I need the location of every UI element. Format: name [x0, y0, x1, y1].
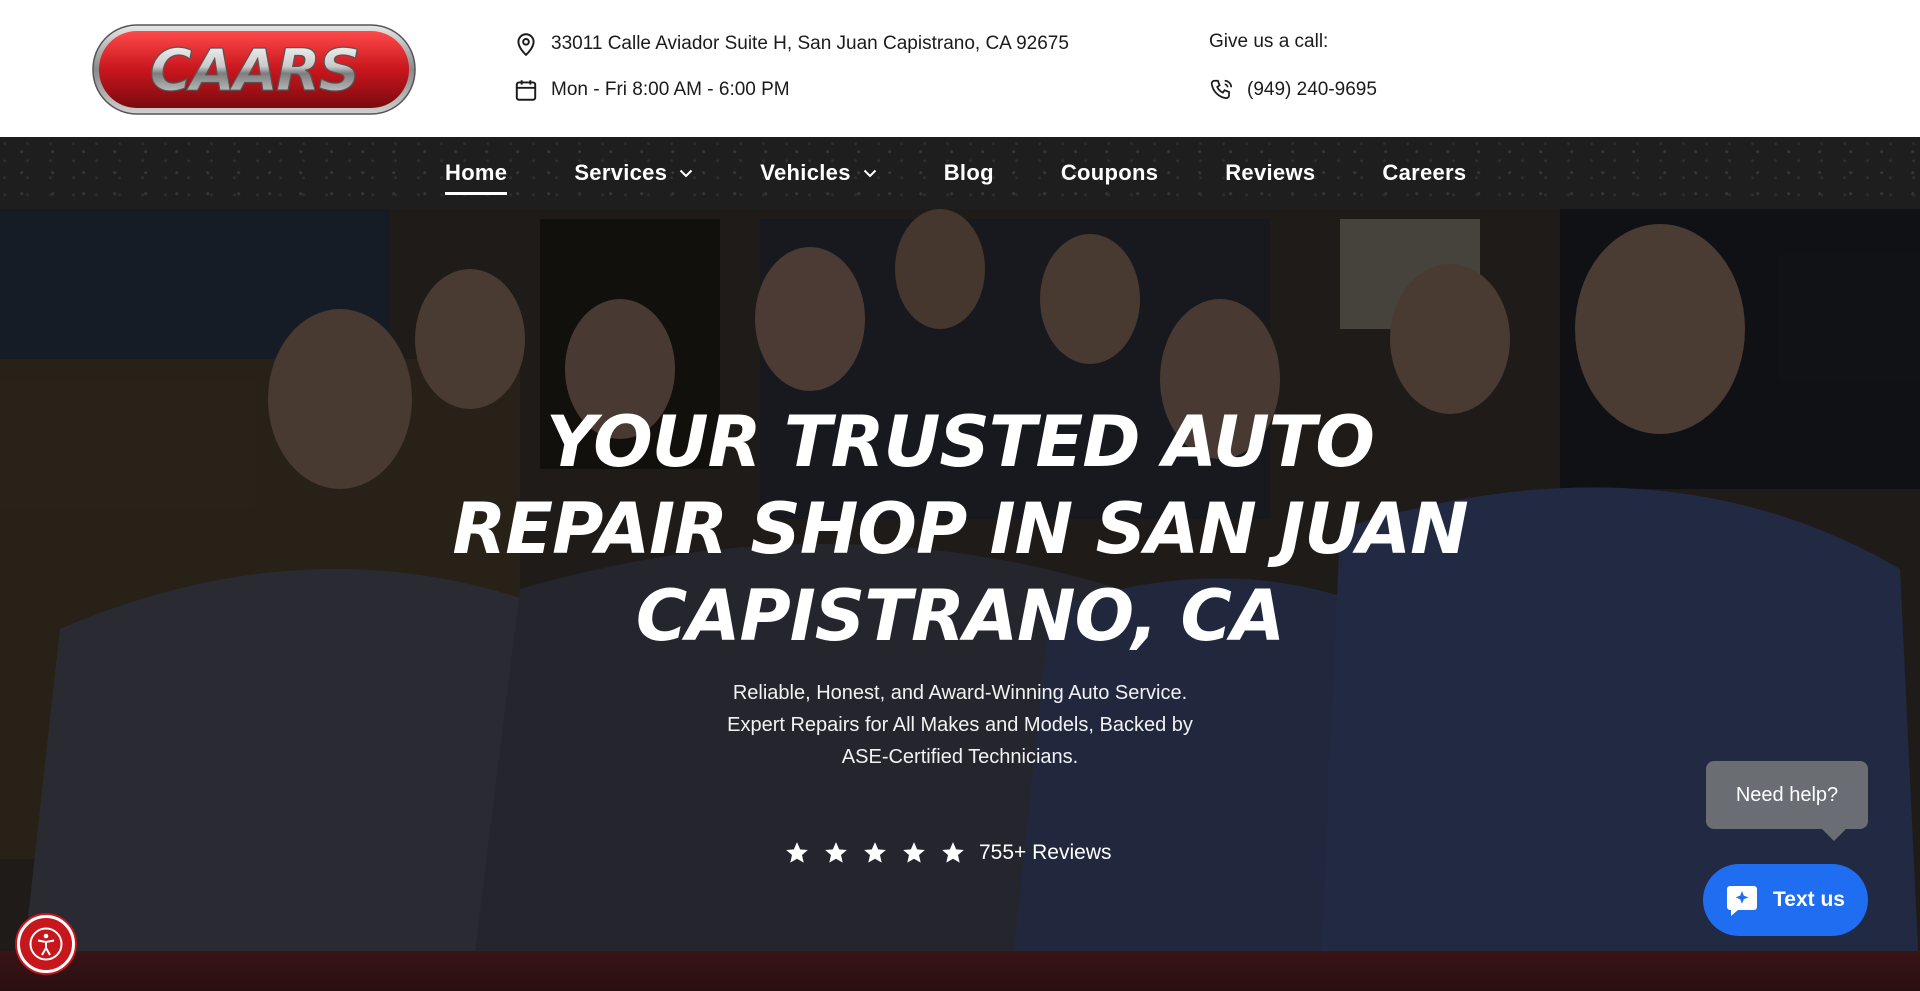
- nav-reviews-label: Reviews: [1225, 160, 1316, 185]
- hours-line: Mon - Fri 8:00 AM - 6:00 PM: [513, 77, 790, 103]
- nav-careers-label: Careers: [1382, 160, 1467, 185]
- logo-text: CAARS: [150, 36, 359, 104]
- hero-subtitle-line-2: Expert Repairs for All Makes and Models,…: [727, 714, 1193, 736]
- nav-home-label: Home: [445, 160, 508, 185]
- nav-services[interactable]: Services: [574, 160, 693, 186]
- star-icon: [825, 842, 847, 863]
- accessibility-button[interactable]: [17, 915, 75, 973]
- hero-title: YOUR TRUSTED AUTO REPAIR SHOP IN SAN JUA…: [400, 399, 1520, 660]
- call-label: Give us a call:: [1209, 31, 1328, 53]
- hero-subtitle-line-1: Reliable, Honest, and Award-Winning Auto…: [732, 682, 1188, 704]
- phone-number[interactable]: (949) 240-9695: [1247, 79, 1377, 101]
- need-help-text: Need help?: [1735, 783, 1839, 806]
- hero-bottom-strip: [0, 951, 1920, 991]
- accessibility-icon: [29, 927, 63, 961]
- calendar-icon: [515, 80, 537, 101]
- phone-line[interactable]: (949) 240-9695: [1209, 77, 1377, 103]
- nav-vehicles-label: Vehicles: [760, 160, 851, 185]
- nav-services-label: Services: [574, 160, 668, 185]
- hero-subtitle: Reliable, Honest, and Award-Winning Auto…: [660, 677, 1260, 773]
- nav-coupons[interactable]: Coupons: [1061, 160, 1158, 186]
- text-us-button[interactable]: Text us: [1703, 864, 1868, 936]
- text-us-label: Text us: [1773, 888, 1845, 911]
- nav-coupons-label: Coupons: [1060, 160, 1159, 185]
- main-nav: Home Services Vehicles Blog Coupons Revi…: [0, 137, 1920, 209]
- top-header: CAARS 33011 Calle Aviador Suite H, San J…: [0, 0, 1920, 137]
- nav-items: Home Services Vehicles Blog Coupons Revi…: [445, 137, 1466, 209]
- hours-text: Mon - Fri 8:00 AM - 6:00 PM: [551, 79, 790, 100]
- nav-vehicles[interactable]: Vehicles: [760, 160, 876, 186]
- hero-title-line-1: YOUR TRUSTED AUTO: [546, 401, 1375, 483]
- phone-icon: [1210, 79, 1233, 99]
- map-pin-icon: [517, 33, 535, 57]
- chat-icon: [1727, 886, 1757, 916]
- chevron-down-icon: [680, 169, 693, 177]
- nav-blog[interactable]: Blog: [944, 160, 994, 186]
- hero-subtitle-line-3: ASE-Certified Technicians.: [841, 746, 1079, 768]
- review-count: 755+ Reviews: [979, 841, 1112, 864]
- call-label-text: Give us a call:: [1209, 31, 1329, 52]
- need-help-bubble[interactable]: Need help?: [1706, 761, 1868, 841]
- star-icon: [903, 842, 925, 863]
- star-icon: [786, 842, 808, 863]
- chevron-down-icon: [863, 169, 876, 177]
- star-icon: [864, 842, 886, 863]
- star-rating: [784, 840, 966, 866]
- star-icon: [942, 842, 964, 863]
- nav-careers[interactable]: Careers: [1382, 160, 1466, 186]
- nav-reviews[interactable]: Reviews: [1225, 160, 1315, 186]
- address-text[interactable]: 33011 Calle Aviador Suite H, San Juan Ca…: [551, 33, 1069, 55]
- nav-blog-label: Blog: [943, 160, 994, 185]
- nav-home[interactable]: Home: [445, 160, 508, 195]
- hero-title-line-2: REPAIR SHOP IN SAN JUAN: [452, 488, 1468, 570]
- caars-logo[interactable]: CAARS: [92, 24, 416, 115]
- address-line: 33011 Calle Aviador Suite H, San Juan Ca…: [513, 31, 1069, 57]
- review-rating[interactable]: 755+ Reviews: [784, 840, 1112, 866]
- hero-title-line-3: CAPISTRANO, CA: [635, 575, 1285, 657]
